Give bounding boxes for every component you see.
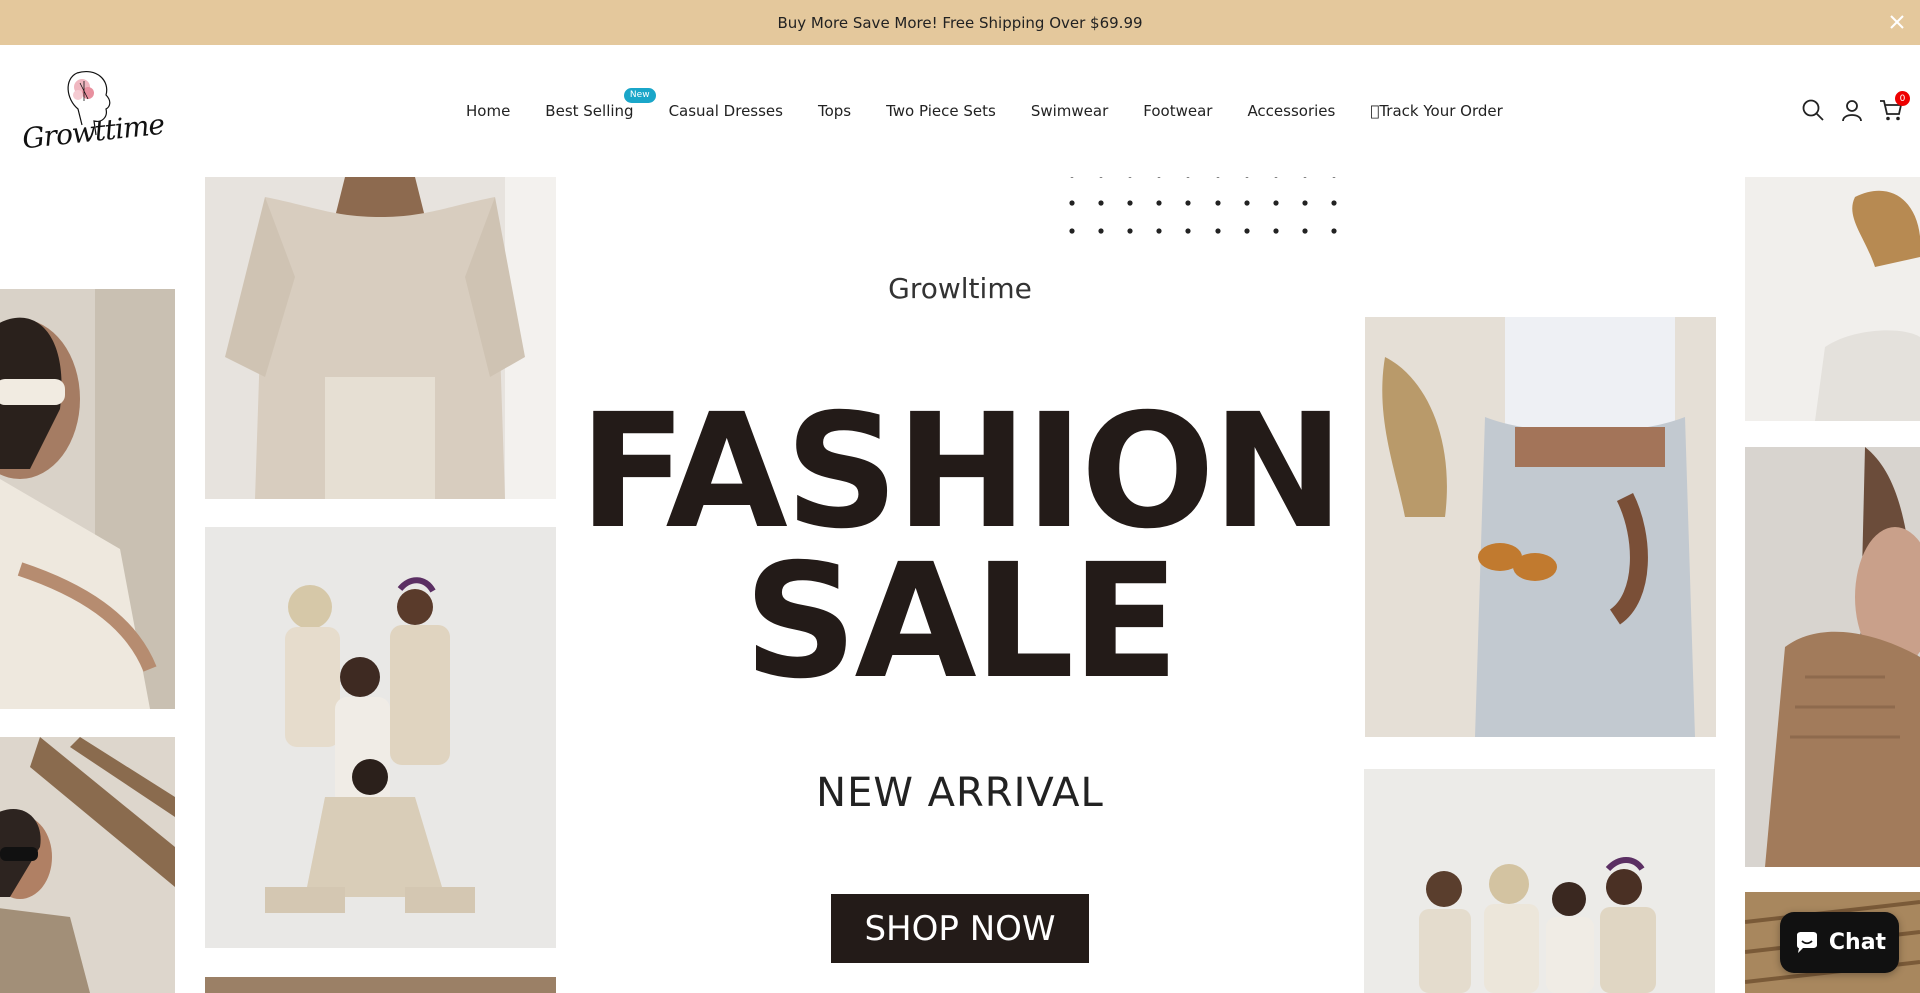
nav-best-selling-label: Best Selling [545,102,634,120]
shop-now-button[interactable]: SHOP NOW [831,894,1089,963]
nav-accessories[interactable]: Accessories [1247,102,1335,120]
dot-grid-decoration [1069,177,1337,234]
cart-count-badge: 0 [1895,91,1910,106]
logo[interactable]: Growttime [21,65,165,157]
chat-icon [1796,931,1817,953]
hero-subtitle: NEW ARRIVAL [816,770,1104,816]
nav-swimwear[interactable]: Swimwear [1031,102,1108,120]
hero-banner[interactable]: Growltime FASHION SALE NEW ARRIVAL SHOP … [0,177,1920,993]
nav-home[interactable]: Home [466,102,510,120]
search-icon[interactable] [1800,97,1826,123]
cart-button[interactable]: 0 [1878,91,1910,123]
hero-photo-bottom-strip [205,977,556,993]
chat-button[interactable]: Chat [1780,912,1899,973]
main-nav: Home Best Selling New Casual Dresses Top… [466,88,1538,122]
site-header: Growttime Home Best Selling New Casual D… [0,45,1920,177]
hero-title-line2: SALE [743,530,1180,714]
chat-label: Chat [1828,930,1887,955]
nav-casual-dresses[interactable]: Casual Dresses [669,102,783,120]
nav-footwear[interactable]: Footwear [1143,102,1212,120]
announcement-bar: Buy More Save More! Free Shipping Over $… [0,0,1920,45]
nav-track-order[interactable]:  Track Your Order [1370,102,1502,120]
header-icons: 0 [1787,91,1910,123]
announcement-text: Buy More Save More! Free Shipping Over $… [777,13,1143,32]
account-icon[interactable] [1839,97,1865,123]
hero-title: FASHION SALE [0,380,1920,714]
hero-brand: Growltime [888,272,1032,305]
nav-two-piece-sets[interactable]: Two Piece Sets [886,102,996,120]
new-badge: New [623,88,656,103]
nav-best-selling[interactable]: Best Selling New [545,88,656,120]
hero-title-line1: FASHION [578,380,1344,564]
nav-tops[interactable]: Tops [818,102,851,120]
close-icon[interactable] [1886,11,1908,33]
